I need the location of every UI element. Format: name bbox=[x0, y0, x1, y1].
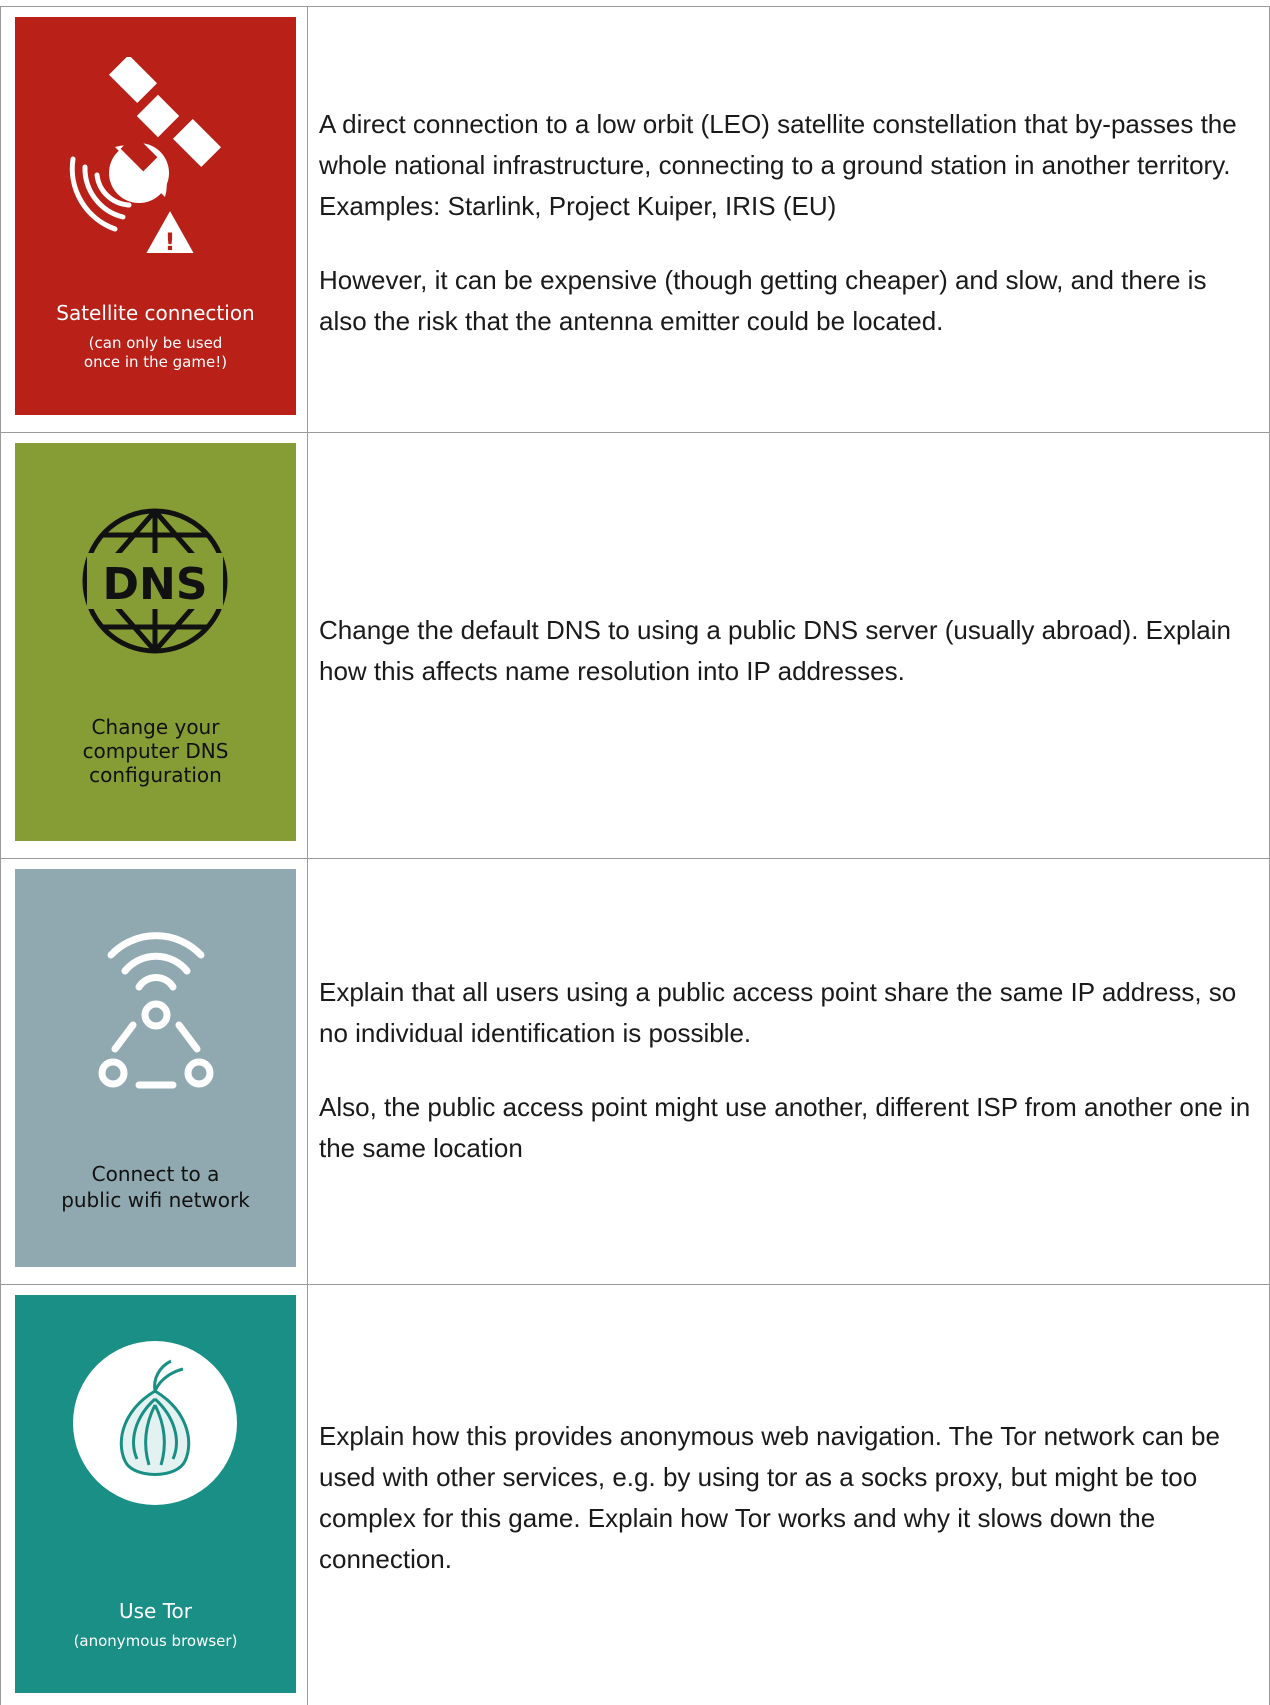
table-row: DNS Change your computer DNS configurati… bbox=[0, 432, 1270, 858]
row-description: Change the default DNS to using a public… bbox=[319, 610, 1254, 692]
description-paragraph: Explain how this provides anonymous web … bbox=[319, 1421, 1220, 1574]
row-description: Explain how this provides anonymous web … bbox=[319, 1416, 1254, 1580]
dns-card: DNS Change your computer DNS configurati… bbox=[15, 443, 296, 841]
table-row: ! Satellite connection (can only be used… bbox=[0, 6, 1270, 432]
description-paragraph: A direct connection to a low orbit (LEO)… bbox=[319, 109, 1237, 221]
svg-text:!: ! bbox=[165, 228, 176, 256]
card-title: Satellite connection bbox=[56, 301, 255, 325]
card-title: public wifi network bbox=[61, 1188, 250, 1212]
table-row: Use Tor (anonymous browser) Explain how … bbox=[0, 1284, 1270, 1705]
card-title: Use Tor bbox=[119, 1599, 192, 1623]
wifi-card: Connect to a public wifi network bbox=[15, 869, 296, 1267]
card-title: Connect to a bbox=[91, 1162, 220, 1186]
description-paragraph: Also, the public access point might use … bbox=[319, 1092, 1251, 1163]
card-title: Change your bbox=[91, 715, 220, 739]
card-title: computer DNS bbox=[82, 739, 229, 763]
tor-onion-icon bbox=[73, 1341, 237, 1505]
satellite-card: ! Satellite connection (can only be used… bbox=[15, 17, 296, 415]
row-description: A direct connection to a low orbit (LEO)… bbox=[319, 104, 1254, 342]
card-subtitle: (anonymous browser) bbox=[73, 1632, 238, 1650]
card-subtitle: (can only be used bbox=[88, 334, 223, 352]
tor-card: Use Tor (anonymous browser) bbox=[15, 1295, 296, 1693]
card-title: configuration bbox=[89, 763, 222, 787]
svg-text:DNS: DNS bbox=[102, 559, 207, 610]
satellite-warning-icon: ! bbox=[69, 57, 222, 257]
description-paragraph: Explain that all users using a public ac… bbox=[319, 977, 1237, 1048]
public-wifi-icon bbox=[98, 932, 214, 1089]
table-row: Connect to a public wifi network Explain… bbox=[0, 858, 1270, 1284]
card-subtitle: once in the game!) bbox=[83, 353, 228, 371]
row-description: Explain that all users using a public ac… bbox=[319, 972, 1254, 1169]
description-paragraph: Change the default DNS to using a public… bbox=[319, 615, 1231, 686]
description-paragraph: However, it can be expensive (though get… bbox=[319, 265, 1207, 336]
dns-globe-icon: DNS bbox=[82, 508, 228, 654]
